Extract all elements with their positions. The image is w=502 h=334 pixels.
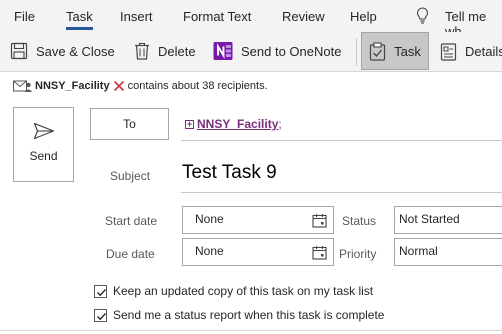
menu-help[interactable]: Help <box>350 9 377 24</box>
save-close-button[interactable]: Save & Close <box>10 32 115 70</box>
menu-file[interactable]: File <box>14 9 35 24</box>
status-dropdown[interactable]: Not Started <box>394 206 502 234</box>
clipboard-icon <box>370 41 386 61</box>
send-icon <box>33 122 54 140</box>
start-date-label: Start date <box>105 214 158 228</box>
status-value: Not Started <box>399 212 460 226</box>
keep-copy-option[interactable]: Keep an updated copy of this task on my … <box>94 284 373 298</box>
active-tab-indicator <box>66 27 93 30</box>
details-button[interactable]: Details <box>440 32 502 70</box>
subject-underline <box>181 192 502 193</box>
info-message: contains about 38 recipients. <box>127 80 268 92</box>
due-date-label: Due date <box>106 247 155 261</box>
save-close-label: Save & Close <box>36 43 115 59</box>
status-report-checkbox[interactable] <box>94 308 107 322</box>
to-button[interactable]: To <box>90 108 169 140</box>
ribbon-divider <box>356 38 357 66</box>
recipient-token[interactable]: + NNSY_Facility ; <box>185 117 282 131</box>
info-group-name: NNSY_Facility <box>35 80 110 92</box>
footer-divider <box>0 330 502 331</box>
ribbon: Save & Close Delete Send to OneNote Task… <box>0 32 502 72</box>
priority-label: Priority <box>339 247 377 261</box>
priority-value: Normal <box>399 244 438 258</box>
send-label: Send <box>29 149 58 163</box>
start-date-field[interactable]: None <box>182 206 334 234</box>
menu-bar: File Task Insert Format Text Review Help… <box>0 0 502 39</box>
error-x-icon <box>113 80 124 92</box>
task-view-label: Task <box>394 43 421 59</box>
recipient-separator: ; <box>278 117 282 131</box>
menu-task[interactable]: Task <box>66 9 93 24</box>
delete-button[interactable]: Delete <box>134 32 196 70</box>
menu-review[interactable]: Review <box>282 9 325 24</box>
details-icon <box>440 42 457 61</box>
expand-group-icon[interactable]: + <box>185 119 194 129</box>
info-bar: NNSY_Facility contains about 38 recipien… <box>0 76 268 96</box>
calendar-icon[interactable] <box>312 245 327 260</box>
checkmark-icon <box>97 312 107 320</box>
save-icon <box>10 42 28 60</box>
status-label: Status <box>342 214 377 228</box>
checkmark-icon <box>97 288 107 296</box>
send-button[interactable]: Send <box>13 107 74 182</box>
subject-label: Subject <box>110 169 151 183</box>
send-to-onenote-button[interactable]: Send to OneNote <box>213 32 341 70</box>
keep-copy-label: Keep an updated copy of this task on my … <box>113 284 374 298</box>
calendar-icon[interactable] <box>312 213 327 228</box>
menu-format-text[interactable]: Format Text <box>183 9 251 24</box>
start-date-value: None <box>195 212 224 226</box>
delete-label: Delete <box>158 43 196 59</box>
keep-copy-checkbox[interactable] <box>94 284 107 298</box>
task-view-button[interactable]: Task <box>361 32 429 70</box>
lightbulb-icon[interactable] <box>416 7 429 28</box>
status-report-option[interactable]: Send me a status report when this task i… <box>94 308 384 322</box>
distribution-list-icon <box>13 80 32 92</box>
due-date-value: None <box>195 244 224 258</box>
onenote-icon <box>213 42 233 60</box>
to-field-underline <box>181 140 502 141</box>
subject-input[interactable]: Test Task 9 <box>182 162 277 184</box>
status-report-label: Send me a status report when this task i… <box>113 308 385 322</box>
due-date-field[interactable]: None <box>182 238 334 266</box>
priority-dropdown[interactable]: Normal <box>394 238 502 266</box>
trash-icon <box>135 42 149 60</box>
details-label: Details <box>465 43 502 59</box>
menu-insert[interactable]: Insert <box>120 9 153 24</box>
recipient-name[interactable]: NNSY_Facility <box>197 117 278 131</box>
send-to-onenote-label: Send to OneNote <box>241 43 342 59</box>
